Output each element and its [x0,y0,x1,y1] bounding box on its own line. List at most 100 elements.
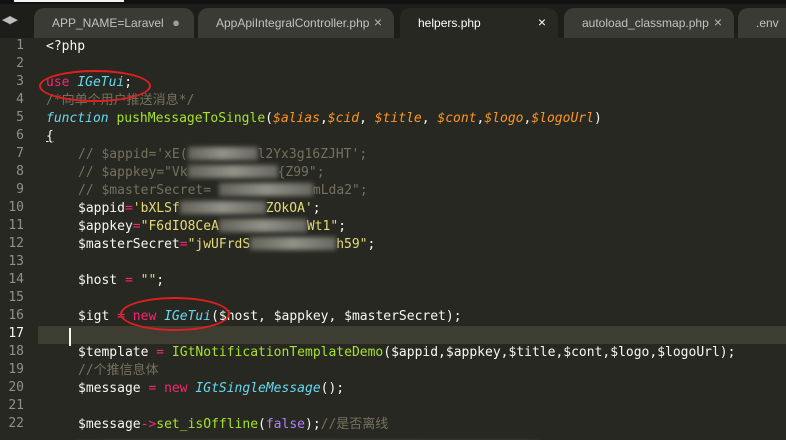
variable: $igt [78,309,118,324]
line-number: 6 [16,128,24,143]
code-line-3[interactable]: use IGeTui; [46,74,786,92]
tab-appapiintegralcontroller[interactable]: AppApiIntegralController.php × [198,8,394,38]
tab-label: helpers.php [418,16,481,30]
paren: ( [258,417,266,432]
class-name: IGtSingleMessage [187,381,321,396]
param: $alias [273,111,320,126]
redacted-blur [187,147,258,160]
variable: $template [78,345,157,360]
variable: $message [78,417,141,432]
keyword-function: function [46,111,109,126]
redacted-blur [187,165,278,178]
line-number: 9 [16,182,24,197]
line-number: 14 [8,272,24,287]
param: $logo [484,111,524,126]
line-number: 18 [8,344,24,359]
redacted-blur [218,219,307,232]
red-annotation-circle [39,70,151,102]
line-number: 5 [16,110,24,125]
line-number: 4 [16,92,24,107]
param: $title [374,111,422,126]
tab-env[interactable]: .env [738,8,786,38]
code-line-12[interactable]: $masterSecret="jwUFrdS h59"; [78,236,786,254]
code-line-23-partial[interactable] [78,434,786,440]
code-line-4[interactable]: /*向单个用户推送消息*/ [46,92,786,110]
code-line-20[interactable]: $message = new IGtSingleMessage(); [78,380,786,398]
semicolon: ; [312,201,321,216]
code-comment: //是否离线 [320,417,389,432]
tab-helpers[interactable]: helpers.php × [400,8,558,38]
line-number: 7 [16,146,24,161]
paren: ) [593,111,602,126]
code-line-2[interactable] [46,56,786,74]
code-line-8[interactable]: // $appkey="Vk {Z99"; [78,164,786,182]
tab-nav-arrows-icon[interactable]: ◀▶ [2,13,28,29]
line-number: 12 [8,236,24,251]
code-line-7[interactable]: // $appid='xE(l2Yx3g16ZJHT'; [78,146,786,164]
code-comment: // $appkey="Vk [78,165,188,180]
method-name: set_isOffline [156,417,259,432]
operator: = [179,237,188,252]
paren: ); [305,417,321,432]
variable: $appkey [78,219,133,234]
call-args: (); [320,381,345,396]
code-line-18[interactable]: $template = IGtNotificationTemplateDemo(… [78,344,786,362]
code-line-6[interactable]: { [46,128,786,146]
tab-label: AppApiIntegralController.php [216,16,370,30]
line-number: 10 [8,200,24,215]
unsaved-dot-icon[interactable]: ● [172,15,180,30]
close-tab-icon[interactable]: × [714,14,722,30]
line-number: 15 [8,290,24,305]
line-number-gutter: 1 2 3 4 5 6 7 8 9 10 11 12 13 14 15 16 1… [0,38,38,440]
semicolon: ; [156,273,165,288]
code-line-19[interactable]: //个推信息体 [78,362,786,380]
code-line-14[interactable]: $host = ""; [78,272,786,290]
string: ZOkOA' [265,201,313,216]
code-editor[interactable]: <?php use IGeTui; /*向单个用户推送消息*/ function… [38,38,786,440]
code-line-10[interactable]: $appid='bXLSf ZOkOA'; [78,200,786,218]
boolean: false [265,417,305,432]
operator: = [124,273,133,288]
php-open-tag: <?php [46,39,86,54]
code-line-1[interactable]: <?php [46,38,786,56]
line-number: 8 [16,164,24,179]
code-comment: //个推信息体 [78,363,159,378]
tab-env-app-name[interactable]: APP_NAME=Laravel ● [34,8,194,38]
code-comment: // $masterSecret= [78,183,219,198]
string: h59" [336,237,368,252]
code-line-22[interactable]: $message->set_isOffline(false);//是否离线 [78,416,786,434]
code-line-5[interactable]: function pushMessageToSingle($alias,$cid… [46,110,786,128]
call-args: ($host, $appkey, $masterSecret); [211,309,462,324]
code-line-21[interactable] [78,398,786,416]
operator: = [132,219,141,234]
close-tab-icon[interactable]: × [538,14,546,30]
string: "" [132,273,157,288]
variable: $appid [78,201,125,216]
param: $cid [327,111,360,126]
param: $cont [437,111,477,126]
code-line-9[interactable]: // $masterSecret= mLda2"; [78,182,786,200]
line-number: 11 [8,218,24,233]
line-number: 2 [16,56,24,71]
string: 'bXLSf [132,201,180,216]
line-number: 1 [16,38,24,53]
string: Wt1" [306,219,339,234]
red-annotation-circle [120,297,230,331]
operator: = [156,345,165,360]
code-line-11[interactable]: $appkey="F6dIO8CeA Wt1"; [78,218,786,236]
code-line-13[interactable] [78,254,786,272]
line-number: 19 [8,362,24,377]
param: $logoUrl [531,111,594,126]
string: "F6dIO8CeA [140,219,219,234]
code-comment: {Z99"; [277,165,325,180]
paren: ( [265,111,273,126]
semicolon: ; [338,219,347,234]
line-number-current: 17 [8,326,24,341]
close-tab-icon[interactable]: × [374,14,382,30]
operator: = [124,201,133,216]
tab-autoload-classmap[interactable]: autoload_classmap.php × [564,8,734,38]
line-number: 16 [8,308,24,323]
keyword-new: new [156,381,188,396]
variable: $message [78,381,149,396]
tab-label: autoload_classmap.php [582,16,709,30]
